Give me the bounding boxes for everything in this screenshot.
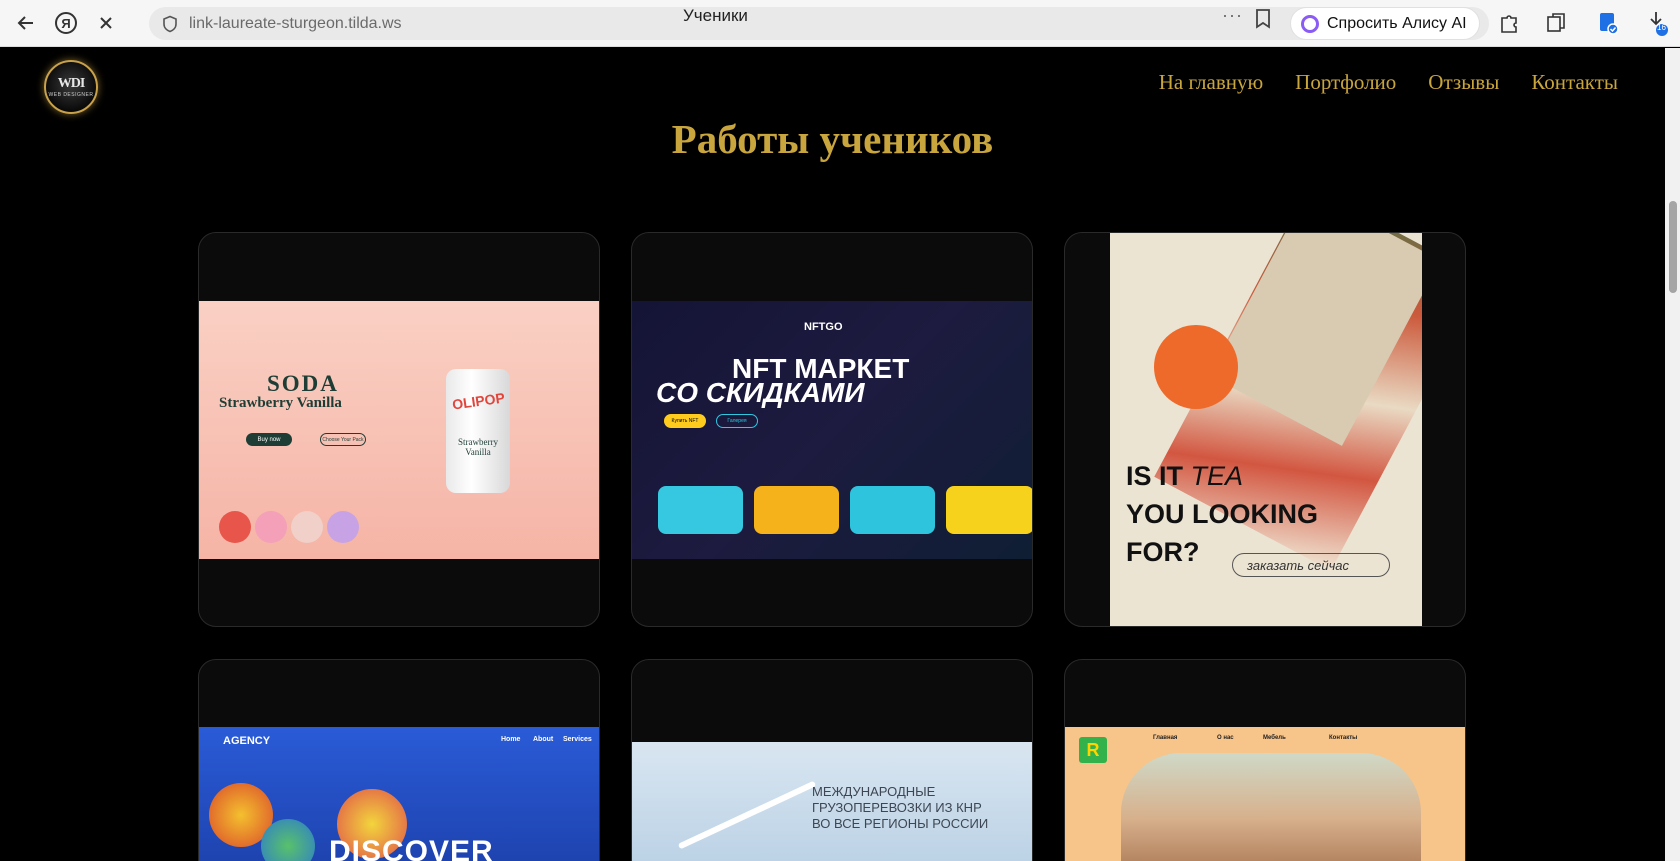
soda-title: SODA bbox=[267, 371, 339, 396]
furniture-logo: R bbox=[1079, 737, 1107, 763]
work-card-furniture[interactable]: R Главная О нас Мебель Контакты bbox=[1064, 659, 1466, 861]
agency-nav-services: Services bbox=[563, 736, 592, 743]
page-content: WDI WEB DESIGNER На главную Портфолио От… bbox=[0, 48, 1665, 861]
browser-toolbar: Я link-laureate-sturgeon.tilda.ws Ученик… bbox=[0, 0, 1680, 47]
flavor-thumb bbox=[327, 511, 359, 543]
back-button[interactable] bbox=[6, 3, 46, 43]
site-nav: На главную Портфолио Отзывы Контакты bbox=[1159, 70, 1618, 95]
cargo-preview: МЕЖДУНАРОДНЫЕ ГРУЗОПЕРЕВОЗКИ ИЗ КНР ВО В… bbox=[632, 742, 1032, 861]
extensions-button[interactable] bbox=[1496, 10, 1522, 36]
cargo-line-2: ГРУЗОПЕРЕВОЗКИ ИЗ КНР bbox=[812, 800, 982, 815]
shield-icon bbox=[163, 15, 177, 32]
balloon bbox=[261, 819, 315, 861]
site-logo[interactable]: WDI WEB DESIGNER bbox=[44, 60, 98, 114]
puzzle-icon bbox=[1501, 15, 1517, 33]
more-icon[interactable]: ··· bbox=[1222, 5, 1243, 26]
tea-q3: FOR? bbox=[1126, 537, 1200, 567]
plane-illustration bbox=[677, 780, 817, 850]
work-card-nft[interactable]: NFTGO NFT МАРКЕТ СО СКИДКАМИ Купить NFT … bbox=[631, 232, 1033, 627]
alice-icon bbox=[1301, 14, 1319, 33]
agency-preview: AGENCY Home About Services DISCOVER bbox=[199, 727, 599, 861]
work-card-cargo[interactable]: МЕЖДУНАРОДНЫЕ ГРУЗОПЕРЕВОЗКИ ИЗ КНР ВО В… bbox=[631, 659, 1033, 861]
profile-doc-icon bbox=[1600, 13, 1619, 35]
page-title: Ученики bbox=[683, 6, 748, 25]
furniture-nav-about: О нас bbox=[1217, 735, 1234, 741]
nft-item bbox=[946, 486, 1032, 534]
soda-preview: SODA Strawberry Vanilla Buy now Choose Y… bbox=[199, 301, 599, 559]
furniture-nav-home: Главная bbox=[1153, 735, 1178, 741]
bookmark-button[interactable] bbox=[1255, 9, 1271, 34]
nft-item bbox=[658, 486, 743, 534]
download-count: 16 bbox=[1657, 23, 1666, 32]
soda-can: OLIPOP Strawberry Vanilla bbox=[446, 369, 510, 493]
alice-label: Спросить Алису AI bbox=[1327, 14, 1467, 32]
agency-hero-text: DISCOVER bbox=[329, 835, 494, 861]
flavor-thumb bbox=[291, 511, 323, 543]
flavor-thumb bbox=[219, 511, 251, 543]
tea-q2: YOU LOOKING bbox=[1126, 499, 1319, 529]
tea-preview: IS IT TEA YOU LOOKING FOR? заказать сейч… bbox=[1110, 233, 1422, 626]
nav-link-contacts[interactable]: Контакты bbox=[1531, 70, 1618, 95]
nav-link-portfolio[interactable]: Портфолио bbox=[1295, 70, 1396, 95]
profile-button[interactable] bbox=[1595, 10, 1621, 36]
can-flavor: Strawberry Vanilla bbox=[458, 437, 498, 457]
nft-headline-2: СО СКИДКАМИ bbox=[656, 377, 865, 408]
yandex-button[interactable]: Я bbox=[46, 3, 86, 43]
nft-item bbox=[850, 486, 935, 534]
cargo-line-3: ВО ВСЕ РЕГИОНЫ РОССИИ bbox=[812, 816, 989, 831]
agency-nav-home: Home bbox=[501, 736, 521, 743]
furniture-preview: R Главная О нас Мебель Контакты bbox=[1065, 727, 1465, 861]
nft-preview: NFTGO NFT МАРКЕТ СО СКИДКАМИ Купить NFT … bbox=[632, 301, 1032, 559]
ask-alice-button[interactable]: Спросить Алису AI bbox=[1290, 7, 1480, 40]
tea-q1: IS IT bbox=[1126, 461, 1184, 491]
logo-mark: WDI bbox=[57, 76, 86, 91]
arrow-left-icon bbox=[17, 16, 33, 30]
work-card-agency[interactable]: AGENCY Home About Services DISCOVER bbox=[198, 659, 600, 861]
page-scrollbar[interactable] bbox=[1665, 48, 1680, 861]
cargo-headline: МЕЖДУНАРОДНЫЕ ГРУЗОПЕРЕВОЗКИ ИЗ КНР ВО В… bbox=[812, 784, 988, 832]
bookmark-icon bbox=[1256, 9, 1270, 29]
address-bar[interactable]: link-laureate-sturgeon.tilda.ws bbox=[149, 7, 1489, 40]
url-text: link-laureate-sturgeon.tilda.ws bbox=[189, 14, 402, 32]
nft-logo: NFTGO bbox=[804, 321, 843, 333]
soda-buy-button: Buy now bbox=[246, 433, 292, 446]
work-card-tea[interactable]: IS IT TEA YOU LOOKING FOR? заказать сейч… bbox=[1064, 232, 1466, 627]
flavor-thumb bbox=[255, 511, 287, 543]
nft-item bbox=[754, 486, 839, 534]
scrollbar-thumb[interactable] bbox=[1669, 201, 1677, 293]
section-heading: Работы учеников bbox=[671, 116, 994, 162]
furniture-nav-furniture: Мебель bbox=[1263, 735, 1286, 741]
tea-q1-italic: TEA bbox=[1190, 461, 1244, 491]
downloads-button[interactable]: 16 bbox=[1645, 10, 1671, 36]
nft-buy-button: Купить NFT bbox=[664, 414, 706, 428]
nav-link-home[interactable]: На главную bbox=[1159, 70, 1263, 95]
nav-link-reviews[interactable]: Отзывы bbox=[1428, 70, 1499, 95]
stop-loading-button[interactable] bbox=[86, 3, 126, 43]
nft-gallery-button: Галерея bbox=[716, 414, 758, 428]
cargo-line-1: МЕЖДУНАРОДНЫЕ bbox=[812, 784, 936, 799]
work-card-soda[interactable]: SODA Strawberry Vanilla Buy now Choose Y… bbox=[198, 232, 600, 627]
furniture-nav-contacts: Контакты bbox=[1329, 735, 1358, 741]
soda-choose-button: Choose Your Pack bbox=[320, 433, 366, 446]
room-photo bbox=[1121, 753, 1421, 861]
tea-badge bbox=[1154, 325, 1238, 409]
close-icon bbox=[100, 17, 112, 29]
tea-order-button: заказать сейчас bbox=[1232, 553, 1390, 577]
agency-nav-about: About bbox=[533, 736, 554, 743]
soda-subtitle: Strawberry Vanilla bbox=[219, 395, 342, 411]
yandex-icon: Я bbox=[55, 12, 77, 34]
collections-button[interactable] bbox=[1543, 10, 1569, 36]
collections-icon bbox=[1547, 13, 1565, 32]
agency-logo: AGENCY bbox=[223, 735, 271, 747]
logo-subtitle: WEB DESIGNER bbox=[48, 92, 94, 98]
can-brand: OLIPOP bbox=[451, 389, 506, 413]
